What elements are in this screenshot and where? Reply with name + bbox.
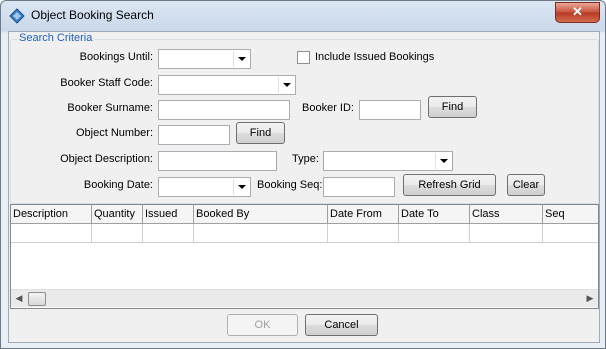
- cancel-button[interactable]: Cancel: [305, 314, 378, 336]
- column-header-date-from[interactable]: Date From: [328, 205, 399, 223]
- include-issued-label: Include Issued Bookings: [315, 51, 435, 63]
- table-cell[interactable]: [399, 224, 470, 243]
- booker-id-field[interactable]: [359, 100, 421, 120]
- scroll-left-arrow-icon[interactable]: ◀: [11, 290, 27, 307]
- chevron-down-icon[interactable]: [435, 153, 451, 169]
- booking-date-label: Booking Date:: [83, 179, 153, 191]
- refresh-grid-button[interactable]: Refresh Grid: [403, 174, 496, 196]
- table-cell[interactable]: [543, 224, 598, 243]
- find-object-button[interactable]: Find: [236, 122, 285, 144]
- table-cell[interactable]: [328, 224, 399, 243]
- type-label: Type:: [292, 153, 319, 165]
- table-cell[interactable]: [470, 224, 543, 243]
- bookings-until-label: Bookings Until:: [79, 51, 153, 63]
- window-title: Object Booking Search: [31, 8, 154, 22]
- table-cell[interactable]: [143, 224, 194, 243]
- bookings-grid[interactable]: Description Quantity Issued Booked By Da…: [10, 204, 599, 309]
- scrollbar-thumb[interactable]: [28, 292, 46, 306]
- booker-surname-label: Booker Surname:: [67, 102, 153, 114]
- grid-header: Description Quantity Issued Booked By Da…: [11, 205, 598, 224]
- table-cell[interactable]: [194, 224, 328, 243]
- chevron-down-icon[interactable]: [278, 77, 294, 93]
- title-bar: Object Booking Search ✕: [1, 1, 605, 31]
- find-booker-button[interactable]: Find: [428, 96, 477, 118]
- column-header-quantity[interactable]: Quantity: [92, 205, 143, 223]
- object-description-field[interactable]: [158, 151, 277, 171]
- bookings-until-combo[interactable]: [158, 49, 251, 69]
- object-description-label: Object Description:: [60, 153, 153, 165]
- column-header-description[interactable]: Description: [11, 205, 92, 223]
- column-header-issued[interactable]: Issued: [143, 205, 194, 223]
- chevron-down-icon[interactable]: [233, 179, 249, 195]
- column-header-seq[interactable]: Seq: [543, 205, 598, 223]
- column-header-date-to[interactable]: Date To: [399, 205, 470, 223]
- table-cell[interactable]: [11, 224, 92, 243]
- booker-staff-code-label: Booker Staff Code:: [60, 77, 153, 89]
- search-criteria-group: Search Criteria Bookings Until: Include …: [10, 32, 599, 204]
- booker-staff-code-combo[interactable]: [158, 75, 296, 95]
- object-number-label: Object Number:: [75, 127, 153, 139]
- clear-button[interactable]: Clear: [507, 174, 545, 196]
- include-issued-checkbox[interactable]: [297, 51, 310, 64]
- booking-seq-label: Booking Seq:: [257, 179, 323, 191]
- column-header-class[interactable]: Class: [470, 205, 543, 223]
- booking-date-combo[interactable]: [158, 177, 251, 197]
- dialog-client-area: Search Criteria Bookings Until: Include …: [8, 31, 600, 343]
- type-combo[interactable]: [323, 151, 453, 171]
- table-row[interactable]: [11, 224, 598, 243]
- booker-surname-field[interactable]: [158, 100, 290, 120]
- chevron-down-icon[interactable]: [233, 51, 249, 67]
- close-button[interactable]: ✕: [555, 2, 600, 23]
- object-number-field[interactable]: [158, 125, 230, 145]
- table-cell[interactable]: [92, 224, 143, 243]
- app-diamond-icon: [9, 8, 25, 24]
- dialog-window: Object Booking Search ✕ Search Criteria …: [0, 0, 606, 349]
- column-header-booked-by[interactable]: Booked By: [194, 205, 328, 223]
- ok-button[interactable]: OK: [227, 314, 298, 336]
- horizontal-scrollbar[interactable]: ◀ ▶: [11, 289, 598, 307]
- booking-seq-field[interactable]: [323, 177, 395, 197]
- scroll-right-arrow-icon[interactable]: ▶: [582, 290, 598, 307]
- booker-id-label: Booker ID:: [302, 102, 354, 114]
- search-criteria-legend: Search Criteria: [17, 32, 95, 44]
